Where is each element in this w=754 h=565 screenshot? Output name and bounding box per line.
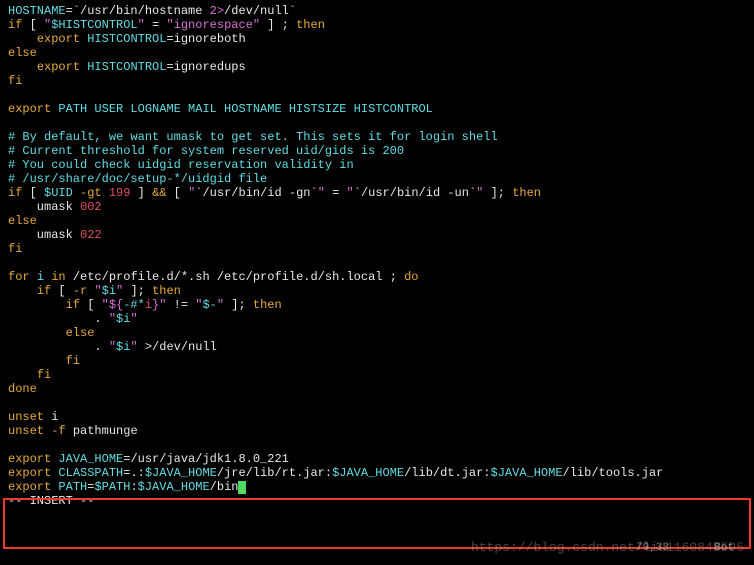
code-line: export PATH USER LOGNAME MAIL HOSTNAME H…: [8, 102, 746, 116]
code-line: unset i: [8, 410, 746, 424]
vim-mode-indicator: -- INSERT --: [8, 494, 746, 508]
code-line: export JAVA_HOME=/usr/java/jdk1.8.0_221: [8, 452, 746, 466]
code-line: . "$i": [8, 312, 746, 326]
code-line: umask 002: [8, 200, 746, 214]
code-line: # /usr/share/doc/setup-*/uidgid file: [8, 172, 746, 186]
code-line: fi: [8, 74, 746, 88]
code-line: if [ $UID -gt 199 ] && [ "`/usr/bin/id -…: [8, 186, 746, 200]
code-line: if [ "${-#*i}" != "$-" ]; then: [8, 298, 746, 312]
cursor: [238, 481, 246, 494]
code-line: fi: [8, 242, 746, 256]
code-line: [8, 256, 746, 270]
code-line: # You could check uidgid reservation val…: [8, 158, 746, 172]
code-line: if [ -r "$i" ]; then: [8, 284, 746, 298]
code-line: export HISTCONTROL=ignoreboth: [8, 32, 746, 46]
code-line: else: [8, 46, 746, 60]
code-line: if [ "$HISTCONTROL" = "ignorespace" ] ; …: [8, 18, 746, 32]
watermark: https://blog.csdn.net/liu1160848595: [471, 541, 744, 555]
code-line: unset -f pathmunge: [8, 424, 746, 438]
code-line: export CLASSPATH=.:$JAVA_HOME/jre/lib/rt…: [8, 466, 746, 480]
code-line: else: [8, 326, 746, 340]
code-line: for i in /etc/profile.d/*.sh /etc/profil…: [8, 270, 746, 284]
code-line: umask 022: [8, 228, 746, 242]
code-line: else: [8, 214, 746, 228]
code-line: export PATH=$PATH:$JAVA_HOME/bin: [8, 480, 746, 494]
code-line: HOSTNAME=`/usr/bin/hostname 2>/dev/null`: [8, 4, 746, 18]
code-line: [8, 116, 746, 130]
code-line: # Current threshold for system reserved …: [8, 144, 746, 158]
code-line: [8, 396, 746, 410]
code-line: fi: [8, 368, 746, 382]
code-line: export HISTCONTROL=ignoredups: [8, 60, 746, 74]
code-line: fi: [8, 354, 746, 368]
code-line: [8, 438, 746, 452]
code-line: [8, 88, 746, 102]
code-line: done: [8, 382, 746, 396]
code-line: . "$i" >/dev/null: [8, 340, 746, 354]
editor-viewport[interactable]: HOSTNAME=`/usr/bin/hostname 2>/dev/null`…: [8, 4, 746, 508]
code-line: # By default, we want umask to get set. …: [8, 130, 746, 144]
